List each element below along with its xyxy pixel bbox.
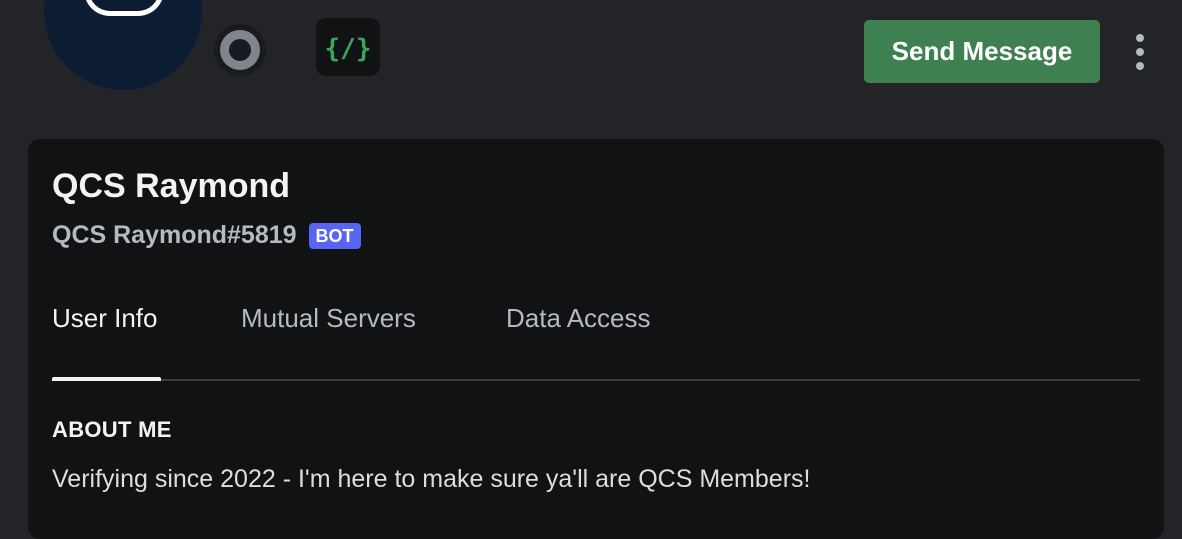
active-tab-underline	[52, 377, 161, 381]
avatar[interactable]	[44, 0, 202, 90]
dot	[1136, 34, 1144, 42]
avatar-logo	[84, 0, 164, 16]
about-me-text: Verifying since 2022 - I'm here to make …	[52, 465, 811, 493]
tab-label: Mutual Servers	[241, 303, 416, 333]
bot-tag: BOT	[308, 222, 361, 249]
username: QCS Raymond#5819	[52, 221, 297, 249]
dot	[1136, 48, 1144, 56]
tab-data-access[interactable]: Data Access	[506, 303, 651, 334]
more-options-icon[interactable]	[1122, 28, 1158, 76]
about-me-heading: ABOUT ME	[52, 417, 172, 442]
tab-label: Data Access	[506, 303, 651, 333]
tab-mutual-servers[interactable]: Mutual Servers	[241, 303, 416, 334]
slash-commands-icon: {/}	[325, 34, 371, 64]
send-message-button[interactable]: Send Message	[864, 20, 1100, 83]
status-dot-background	[214, 24, 266, 76]
status-indicator-ring	[200, 10, 280, 90]
display-name: QCS Raymond	[52, 167, 291, 205]
username-row: QCS Raymond#5819 BOT	[52, 221, 361, 250]
offline-status-icon	[220, 30, 260, 70]
profile-tabs: User Info Mutual Servers Data Access	[52, 299, 1140, 381]
slash-commands-badge[interactable]: {/}	[316, 18, 380, 76]
svg-text:{/}: {/}	[325, 34, 371, 64]
dot	[1136, 62, 1144, 70]
profile-card: QCS Raymond QCS Raymond#5819 BOT User In…	[28, 139, 1164, 539]
tab-label: User Info	[52, 303, 158, 333]
tab-user-info[interactable]: User Info	[52, 303, 158, 334]
